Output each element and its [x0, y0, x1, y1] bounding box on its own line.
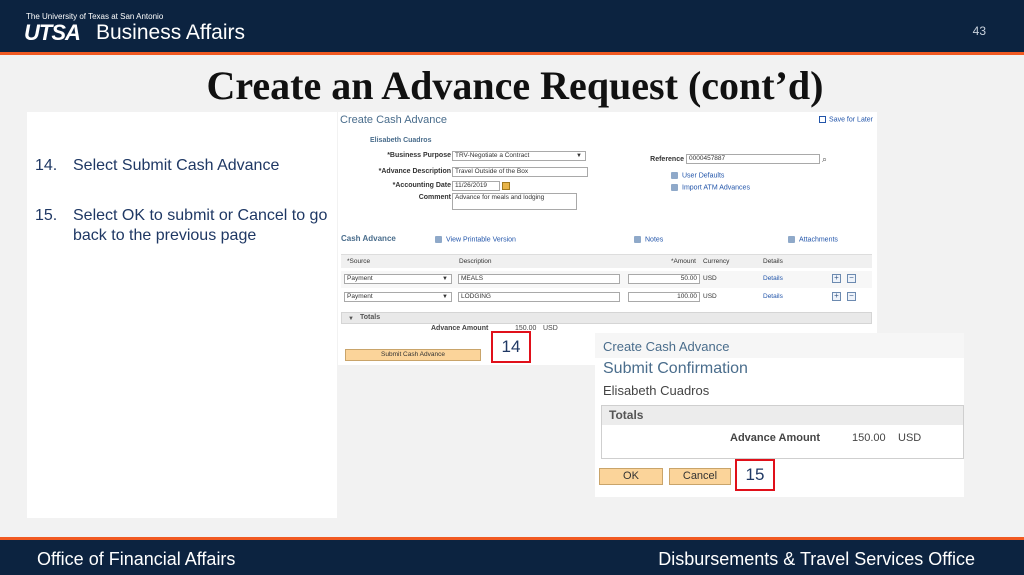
ok-button[interactable]: OK: [599, 468, 663, 485]
details-link[interactable]: Details: [763, 293, 783, 300]
instructions-panel: 14. Select Submit Cash Advance 15. Selec…: [27, 112, 337, 518]
advance-amount-label: Advance Amount: [431, 325, 489, 332]
advance-description-field[interactable]: Travel Outside of the Box: [452, 167, 588, 177]
add-row-button[interactable]: +: [832, 274, 841, 283]
calendar-icon[interactable]: [502, 182, 510, 190]
step-14: 14. Select Submit Cash Advance: [35, 156, 335, 178]
page-title: Create Cash Advance: [603, 339, 730, 354]
add-row-button[interactable]: +: [832, 292, 841, 301]
accounting-date-label: *Accounting Date: [392, 182, 451, 189]
business-purpose-select[interactable]: TRV-Negotiate a Contract ▼: [452, 151, 586, 161]
advance-amount-value: 150.00: [852, 432, 886, 444]
description-field[interactable]: LODGING: [458, 292, 620, 302]
advance-amount-currency: USD: [543, 325, 558, 332]
create-cash-advance-screen: Create Cash Advance Save for Later Elisa…: [338, 112, 877, 365]
comment-label: Comment: [418, 194, 451, 201]
footer-left-text: Office of Financial Affairs: [37, 549, 236, 569]
footer-right-text: Disbursements & Travel Services Office: [658, 549, 975, 569]
chevron-down-icon: ▼: [442, 276, 448, 282]
currency-value: USD: [703, 275, 717, 282]
step-text: Select Submit Cash Advance: [73, 157, 280, 174]
step-15: 15. Select OK to submit or Cancel to go …: [35, 206, 335, 248]
printer-icon: [435, 236, 442, 243]
slide-title: Create an Advance Request (cont’d): [206, 63, 824, 108]
save-icon: [819, 116, 827, 123]
amount-col-header: *Amount: [671, 258, 696, 265]
table-row: Payment ▼ MEALS 50.00 USD Details + −: [341, 271, 872, 288]
advance-amount-currency: USD: [898, 432, 922, 444]
source-select[interactable]: Payment ▼: [344, 274, 452, 284]
delete-row-button[interactable]: −: [847, 274, 856, 283]
notes-icon: [634, 236, 641, 243]
currency-value: USD: [703, 293, 717, 300]
employee-name: Elisabeth Cuadros: [370, 137, 432, 144]
submit-cash-advance-button[interactable]: Submit Cash Advance: [345, 349, 481, 361]
details-link[interactable]: Details: [763, 275, 783, 282]
import-atm-link[interactable]: Import ATM Advances: [671, 184, 750, 191]
collapse-icon: ▼: [348, 316, 354, 322]
footer-bar: Office of Financial Affairs Disbursement…: [0, 540, 1024, 575]
submit-confirmation-screen: Create Cash Advance Submit Confirmation …: [595, 333, 964, 497]
user-defaults-link[interactable]: User Defaults: [671, 172, 724, 179]
reference-field[interactable]: 0000457887: [686, 154, 820, 164]
unit-name: Business Affairs: [96, 21, 246, 44]
totals-header: Totals: [602, 406, 963, 425]
page-title: Create Cash Advance: [340, 114, 448, 126]
description-col-header: Description: [459, 258, 492, 265]
source-col-header: *Source: [347, 258, 371, 265]
confirmation-title: Submit Confirmation: [603, 360, 748, 377]
utsa-logo: UTSA: [24, 20, 81, 45]
source-select[interactable]: Payment ▼: [344, 292, 452, 302]
paperclip-icon: [788, 236, 795, 243]
attachments-link[interactable]: Attachments: [788, 236, 838, 243]
step-number: 14.: [35, 157, 58, 174]
callout-15: 15: [735, 459, 775, 491]
chevron-down-icon: ▼: [442, 294, 448, 300]
advance-description-label: *Advance Description: [378, 168, 451, 175]
header-bar: The University of Texas at San Antonio U…: [0, 0, 1024, 52]
user-defaults-icon: [671, 172, 678, 179]
amount-field[interactable]: 100.00: [628, 292, 700, 302]
reference-label: Reference: [650, 156, 684, 163]
totals-section-header[interactable]: ▼ Totals: [341, 312, 872, 324]
delete-row-button[interactable]: −: [847, 292, 856, 301]
amount-field[interactable]: 50.00: [628, 274, 700, 284]
totals-panel: Totals Advance Amount 150.00 USD: [601, 405, 964, 459]
view-printable-link[interactable]: View Printable Version: [435, 236, 516, 243]
notes-link[interactable]: Notes: [634, 236, 663, 243]
employee-name: Elisabeth Cuadros: [603, 383, 710, 398]
callout-14: 14: [491, 331, 531, 363]
table-row: Payment ▼ LODGING 100.00 USD Details + −: [341, 289, 872, 306]
search-icon[interactable]: ⌕: [822, 154, 827, 165]
currency-col-header: Currency: [703, 258, 730, 265]
business-purpose-label: *Business Purpose: [387, 152, 451, 159]
comment-field[interactable]: Advance for meals and lodging: [452, 193, 577, 210]
accounting-date-field[interactable]: 11/26/2019: [452, 181, 500, 191]
grid-header: *Source Description *Amount Currency Det…: [341, 254, 872, 268]
step-text: Select OK to submit or Cancel to go back…: [73, 207, 328, 244]
cash-advance-section-title: Cash Advance: [341, 234, 396, 243]
slide-number: 43: [972, 24, 986, 38]
description-field[interactable]: MEALS: [458, 274, 620, 284]
cancel-button[interactable]: Cancel: [669, 468, 731, 485]
save-for-later-link[interactable]: Save for Later: [819, 116, 873, 123]
advance-amount-label: Advance Amount: [730, 432, 821, 444]
details-col-header: Details: [763, 258, 783, 265]
import-icon: [671, 184, 678, 191]
step-number: 15.: [35, 207, 58, 224]
